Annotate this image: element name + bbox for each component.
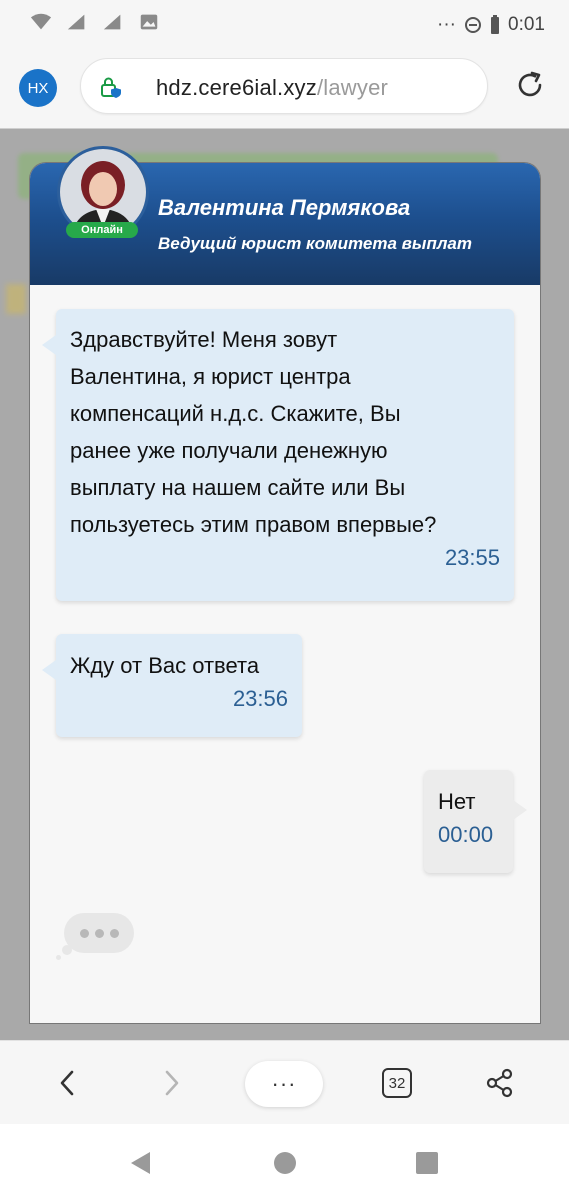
signal-icon — [103, 14, 121, 30]
circle-home-icon — [274, 1152, 296, 1174]
battery-icon — [491, 15, 500, 34]
system-nav-bar — [0, 1124, 569, 1200]
menu-button[interactable]: ··· — [245, 1061, 323, 1107]
message-time: 00:00 — [438, 822, 494, 847]
reload-icon[interactable] — [514, 69, 546, 101]
triangle-back-icon — [131, 1152, 150, 1174]
status-time: 0:01 — [508, 14, 545, 35]
url-text: hdz.cere6ial.xyz/lawyer — [156, 75, 388, 101]
lock-shield-icon[interactable] — [99, 75, 123, 99]
typing-indicator — [64, 913, 134, 953]
message-time: 23:55 — [444, 545, 500, 570]
message-time: 23:56 — [232, 686, 288, 711]
square-recents-icon — [416, 1152, 438, 1174]
chevron-right-icon — [165, 1070, 179, 1096]
message-incoming: Здравствуйте! Меня зовут Валентина, я юр… — [42, 309, 514, 601]
url-field[interactable]: hdz.cere6ial.xyz/lawyer — [80, 58, 488, 114]
status-bar: ··· 0:01 — [0, 0, 569, 50]
wifi-icon — [30, 13, 52, 30]
system-recents-button[interactable] — [413, 1149, 441, 1177]
online-badge: Онлайн — [66, 222, 138, 238]
signal-icon — [67, 14, 85, 30]
share-icon — [486, 1068, 513, 1098]
image-icon — [140, 14, 158, 30]
system-back-button[interactable] — [127, 1149, 155, 1177]
lawyer-name: Валентина Пермякова — [158, 195, 411, 220]
url-path: /lawyer — [316, 75, 389, 100]
message-text: Жду от Вас ответа — [70, 653, 260, 678]
lawyer-role: Ведущий юрист комитета выплат — [158, 234, 472, 253]
share-button[interactable] — [478, 1061, 522, 1105]
message-text: Нет — [438, 789, 476, 814]
status-dots: ··· — [437, 14, 457, 35]
tabs-count: 32 — [382, 1068, 412, 1098]
message-incoming: Жду от Вас ответа 23:56 — [42, 634, 302, 737]
profile-avatar[interactable]: НХ — [19, 69, 57, 107]
browser-toolbar: ··· 32 — [0, 1040, 569, 1124]
do-not-disturb-icon — [465, 17, 482, 33]
typing-indicator-tail — [62, 945, 72, 955]
url-domain: hdz.cere6ial.xyz — [156, 75, 317, 100]
typing-indicator-tail — [56, 955, 61, 960]
blurred-element — [6, 284, 26, 314]
back-button[interactable] — [45, 1061, 89, 1105]
browser-address-bar: НХ hdz.cere6ial.xyz/lawyer — [0, 50, 569, 128]
chevron-left-icon — [60, 1070, 74, 1096]
message-outgoing: Нет 00:00 — [424, 770, 527, 873]
chat-window: Валентина Пермякова Ведущий юрист комите… — [30, 163, 540, 1023]
system-home-button[interactable] — [271, 1149, 299, 1177]
status-icons-right: ··· 0:01 — [437, 14, 545, 36]
status-icons-left — [30, 12, 160, 32]
message-text: Здравствуйте! Меня зовут Валентина, я юр… — [70, 327, 437, 537]
tabs-button[interactable]: 32 — [375, 1061, 419, 1105]
forward-button[interactable] — [150, 1061, 194, 1105]
